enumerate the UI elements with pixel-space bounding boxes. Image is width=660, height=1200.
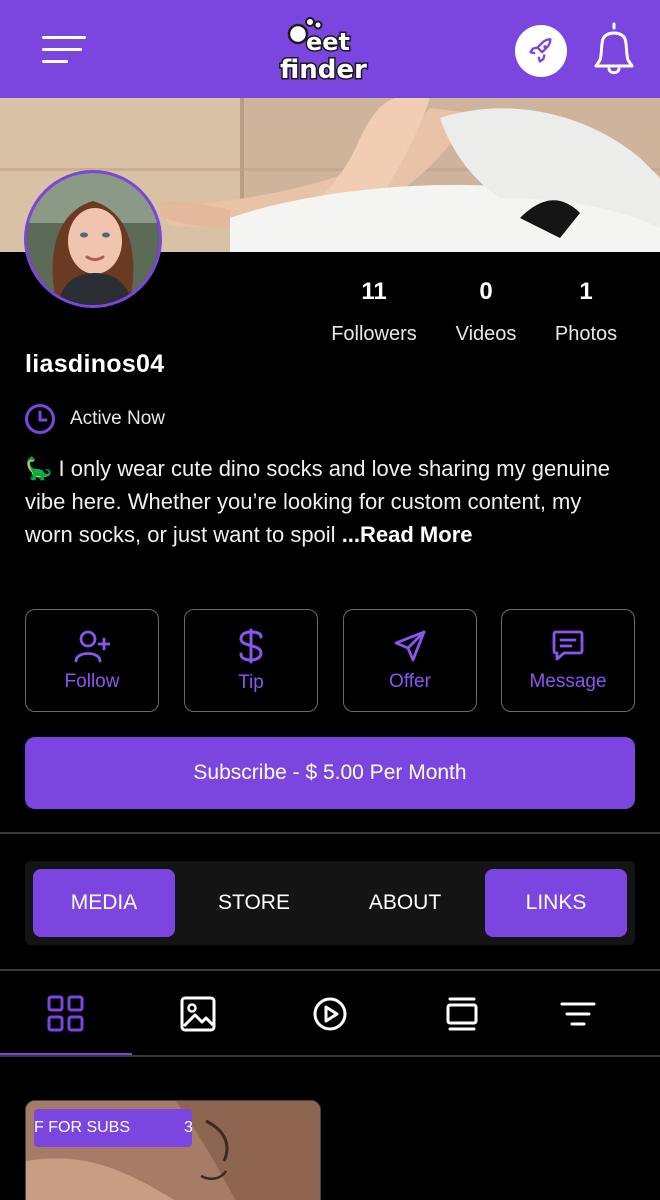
media-count: 3 [184, 1119, 193, 1136]
feet-finder-logo[interactable]: eet finder [276, 16, 386, 87]
videos-stat[interactable]: 0 Videos [448, 278, 524, 348]
send-icon [394, 630, 426, 661]
message-button[interactable]: Message [501, 609, 635, 712]
profile-tabs: MEDIA STORE ABOUT LINKS [25, 861, 635, 945]
tip-label: Tip [238, 671, 264, 693]
tab-links[interactable]: LINKS [485, 869, 627, 937]
tab-about[interactable]: ABOUT [334, 869, 476, 937]
hamburger-menu-icon[interactable] [42, 36, 88, 66]
play-icon[interactable] [310, 994, 350, 1034]
svg-text:eet: eet [306, 28, 350, 56]
tab-store[interactable]: STORE [183, 869, 325, 937]
rocket-icon [529, 38, 552, 63]
photos-stat[interactable]: 1 Photos [548, 278, 624, 348]
follow-label: Follow [64, 670, 120, 692]
activity-status: Active Now [24, 402, 165, 436]
followers-stat[interactable]: 11 Followers [326, 278, 422, 348]
offer-label: Offer [389, 670, 431, 692]
top-app-bar: eet finder [0, 0, 660, 98]
videos-count: 0 [479, 278, 493, 305]
bio-text: 🦕 I only wear cute dino socks and love s… [25, 456, 611, 547]
message-label: Message [529, 670, 607, 692]
collection-icon[interactable] [442, 994, 482, 1034]
dollar-icon [239, 628, 263, 663]
followers-count: 11 [361, 278, 387, 305]
boost-rocket-button[interactable] [515, 25, 567, 77]
image-icon[interactable] [178, 994, 218, 1034]
profile-bio: 🦕 I only wear cute dino socks and love s… [25, 452, 635, 551]
subscribers-only-badge: F FOR SUBS [34, 1109, 192, 1147]
photos-count: 1 [579, 278, 593, 305]
tabs-divider [0, 969, 660, 971]
sort-icon[interactable] [558, 994, 598, 1034]
offer-button[interactable]: Offer [343, 609, 477, 712]
followers-label: Followers [331, 323, 417, 345]
grid-icon[interactable] [46, 994, 86, 1034]
photos-label: Photos [554, 323, 618, 345]
activity-status-text: Active Now [70, 408, 166, 429]
tab-media[interactable]: MEDIA [33, 869, 175, 937]
read-more-link[interactable]: ...Read More [342, 522, 473, 547]
tip-button[interactable]: Tip [184, 609, 318, 712]
follow-button[interactable]: Follow [25, 609, 159, 712]
clock-icon [25, 404, 55, 434]
notifications-bell-icon[interactable] [590, 20, 638, 76]
media-card[interactable]: F FOR SUBS 3 [25, 1100, 321, 1200]
videos-label: Videos [455, 323, 517, 345]
chat-bubble-icon [552, 630, 584, 660]
svg-text:finder: finder [280, 55, 367, 84]
subscribe-button[interactable]: Subscribe - $ 5.00 Per Month [25, 737, 635, 809]
profile-avatar[interactable] [24, 170, 162, 308]
add-user-icon [74, 630, 110, 662]
profile-username: liasdinos04 [25, 350, 165, 378]
filters-divider [0, 1055, 660, 1057]
section-divider [0, 832, 660, 834]
